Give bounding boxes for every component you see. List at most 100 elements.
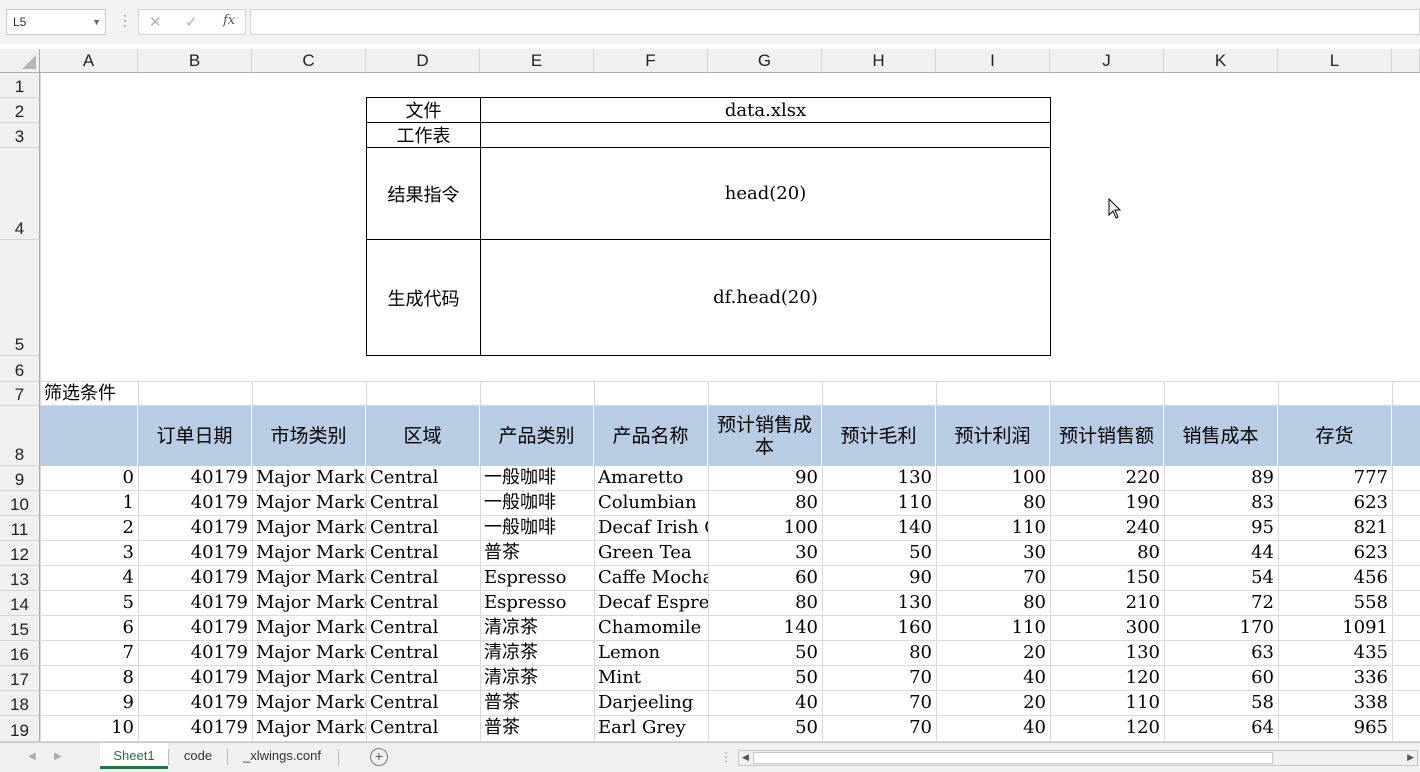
table-cell[interactable]: 160 (823, 616, 936, 641)
table-cell[interactable]: 63 (1165, 641, 1278, 666)
table-cell[interactable]: 7 (41, 641, 138, 666)
table-cell[interactable]: 300 (1051, 616, 1164, 641)
add-sheet-icon[interactable]: + (370, 748, 388, 766)
table-cell[interactable]: 558 (1279, 591, 1392, 616)
table-cell[interactable]: 110 (937, 616, 1050, 641)
table-cell[interactable]: Central (367, 491, 480, 516)
row-header[interactable]: 14 (0, 591, 40, 616)
table-cell[interactable]: 110 (823, 491, 936, 516)
table-cell[interactable]: 1 (41, 491, 138, 516)
table-cell[interactable]: Major Market (253, 466, 366, 491)
table-cell[interactable]: 777 (1279, 466, 1392, 491)
table-cell[interactable]: 58 (1165, 691, 1278, 716)
table-cell[interactable]: 965 (1279, 716, 1392, 742)
table-cell[interactable]: Central (367, 641, 480, 666)
row-header[interactable]: 5 (0, 240, 40, 356)
table-cell[interactable]: 6 (41, 616, 138, 641)
table-cell[interactable]: 1091 (1279, 616, 1392, 641)
row-header[interactable]: 15 (0, 616, 40, 641)
table-cell[interactable]: 40179 (139, 516, 252, 541)
table-cell[interactable]: 一般咖啡 (481, 516, 594, 541)
table-cell[interactable]: Decaf Irish Cream (595, 516, 708, 541)
tab-xlwings-conf[interactable]: _xlwings.conf (230, 743, 334, 769)
table-cell[interactable]: Major Market (253, 541, 366, 566)
scrollbar-thumb[interactable] (753, 752, 1273, 764)
chevron-down-icon[interactable]: ▼ (92, 10, 101, 34)
table-cell[interactable]: Earl Grey (595, 716, 708, 742)
table-cell[interactable]: 120 (1051, 666, 1164, 691)
table-cell[interactable]: 110 (1051, 691, 1164, 716)
table-cell[interactable]: 110 (937, 516, 1050, 541)
table-cell[interactable]: 70 (823, 716, 936, 742)
table-cell[interactable]: 清凉茶 (481, 641, 594, 666)
table-cell[interactable]: 80 (937, 491, 1050, 516)
table-cell[interactable]: 80 (709, 591, 822, 616)
table-cell[interactable]: 44 (1165, 541, 1278, 566)
row-header[interactable]: 17 (0, 666, 40, 691)
table-cell[interactable]: 8 (41, 666, 138, 691)
name-box[interactable]: L5 ▼ (6, 9, 106, 35)
table-cell[interactable]: Decaf Espresso (595, 591, 708, 616)
table-cell[interactable]: 40179 (139, 591, 252, 616)
table-cell[interactable]: Central (367, 516, 480, 541)
table-cell[interactable]: 10 (41, 716, 138, 742)
table-cell[interactable]: Espresso (481, 566, 594, 591)
table-header-cell[interactable]: 订单日期 (138, 406, 252, 466)
column-header[interactable] (1392, 49, 1420, 73)
row-header[interactable]: 16 (0, 641, 40, 666)
row-header[interactable]: 2 (0, 98, 40, 123)
table-cell[interactable]: 普茶 (481, 691, 594, 716)
row-header[interactable]: 8 (0, 406, 40, 466)
table-cell[interactable]: Central (367, 591, 480, 616)
table-cell[interactable]: Green Tea (595, 541, 708, 566)
table-cell[interactable]: 30 (937, 541, 1050, 566)
table-header-cell[interactable]: 预计毛利 (822, 406, 936, 466)
table-cell[interactable]: 54 (1165, 566, 1278, 591)
table-cell[interactable]: Columbian (595, 491, 708, 516)
table-cell[interactable]: 40179 (139, 691, 252, 716)
table-cell[interactable]: 70 (823, 691, 936, 716)
confirm-icon[interactable]: ✓ (185, 13, 198, 31)
table-header-cell[interactable] (1392, 406, 1420, 466)
next-sheet-icon[interactable]: ▶ (54, 751, 62, 762)
table-cell[interactable]: Major Market (253, 516, 366, 541)
table-cell[interactable]: 90 (709, 466, 822, 491)
table-cell[interactable]: 150 (1051, 566, 1164, 591)
cancel-icon[interactable]: ✕ (149, 13, 162, 31)
table-cell[interactable]: 40 (937, 716, 1050, 742)
table-cell[interactable]: Espresso (481, 591, 594, 616)
table-cell[interactable]: Lemon (595, 641, 708, 666)
table-cell[interactable]: Central (367, 616, 480, 641)
table-cell[interactable]: 80 (823, 641, 936, 666)
column-header[interactable]: F (594, 49, 708, 73)
table-cell[interactable]: 50 (709, 716, 822, 742)
table-cell[interactable]: 70 (823, 666, 936, 691)
scroll-right-icon[interactable]: ▶ (1407, 752, 1414, 763)
table-cell[interactable]: 80 (709, 491, 822, 516)
column-header[interactable]: B (138, 49, 252, 73)
table-header-cell[interactable]: 预计利润 (936, 406, 1050, 466)
row-header[interactable]: 1 (0, 73, 40, 98)
table-header-cell[interactable]: 产品类别 (480, 406, 594, 466)
row-header[interactable]: 3 (0, 123, 40, 148)
table-cell[interactable]: 清凉茶 (481, 616, 594, 641)
table-cell[interactable]: 60 (709, 566, 822, 591)
table-cell[interactable]: 100 (709, 516, 822, 541)
table-cell[interactable]: 2 (41, 516, 138, 541)
table-cell[interactable]: 120 (1051, 716, 1164, 742)
table-cell[interactable]: 3 (41, 541, 138, 566)
table-cell[interactable]: 0 (41, 466, 138, 491)
file-label-cell[interactable]: 文件 (366, 97, 481, 123)
table-cell[interactable]: Chamomile (595, 616, 708, 641)
cmd-label-cell[interactable]: 结果指令 (366, 147, 481, 240)
table-cell[interactable]: 普茶 (481, 716, 594, 742)
row-header[interactable]: 10 (0, 491, 40, 516)
row-header[interactable]: 4 (0, 148, 40, 240)
filter-label-cell[interactable]: 筛选条件 (41, 382, 138, 406)
table-header-cell[interactable] (40, 406, 138, 466)
table-cell[interactable]: 89 (1165, 466, 1278, 491)
insert-function-icon[interactable]: fx (223, 13, 235, 28)
table-cell[interactable]: 338 (1279, 691, 1392, 716)
column-header[interactable]: D (366, 49, 480, 73)
cmd-value-cell[interactable]: head(20) (480, 147, 1051, 240)
